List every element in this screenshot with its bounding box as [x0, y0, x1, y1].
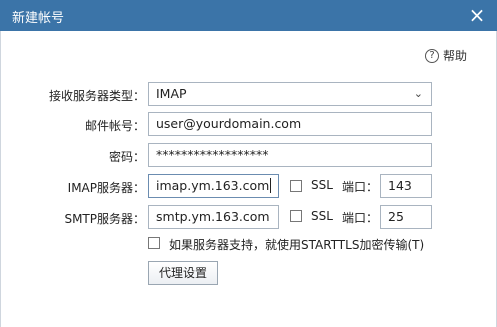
- smtp-server-value: smtp.ym.163.com: [156, 209, 270, 224]
- password-value: ******************: [156, 147, 269, 162]
- account-input[interactable]: user@yourdomain.com: [148, 112, 432, 136]
- smtp-port-label: 端口：: [342, 211, 379, 225]
- server-type-select[interactable]: IMAP ⌄: [148, 82, 432, 106]
- starttls-checkbox[interactable]: [148, 237, 160, 249]
- window-title: 新建帐号: [12, 11, 65, 26]
- help-link[interactable]: ? 帮助: [424, 47, 467, 64]
- title-bar: 新建帐号 ×: [0, 0, 497, 31]
- close-icon[interactable]: ×: [467, 4, 487, 26]
- password-label: 密码：: [108, 150, 145, 164]
- server-type-label: 接收服务器类型：: [48, 89, 145, 103]
- text-caret: [270, 178, 272, 193]
- account-value: user@yourdomain.com: [156, 116, 302, 131]
- help-icon: ?: [424, 48, 439, 63]
- imap-server-value: imap.ym.163.com: [156, 178, 270, 193]
- proxy-settings-button[interactable]: 代理设置: [148, 261, 218, 285]
- imap-ssl-label: SSL: [311, 178, 333, 192]
- password-input[interactable]: ******************: [148, 143, 432, 167]
- imap-server-label: IMAP服务器：: [67, 181, 145, 195]
- chevron-down-icon: ⌄: [413, 87, 423, 100]
- help-label: 帮助: [442, 49, 467, 63]
- smtp-ssl-checkbox[interactable]: [290, 210, 302, 222]
- imap-port-value: 143: [388, 178, 412, 193]
- imap-port-input[interactable]: 143: [380, 174, 432, 198]
- smtp-port-value: 25: [388, 209, 404, 224]
- smtp-ssl-label: SSL: [311, 209, 333, 223]
- smtp-server-label: SMTP服务器：: [64, 212, 145, 226]
- smtp-server-input[interactable]: smtp.ym.163.com: [148, 205, 279, 229]
- imap-server-input[interactable]: imap.ym.163.com: [148, 174, 279, 198]
- starttls-label: 如果服务器支持，就使用STARTTLS加密传输(T): [169, 238, 425, 252]
- account-label: 邮件帐号：: [84, 119, 145, 133]
- smtp-port-input[interactable]: 25: [380, 205, 432, 229]
- imap-ssl-checkbox[interactable]: [290, 180, 302, 192]
- imap-port-label: 端口：: [342, 180, 379, 194]
- server-type-value: IMAP: [156, 86, 187, 101]
